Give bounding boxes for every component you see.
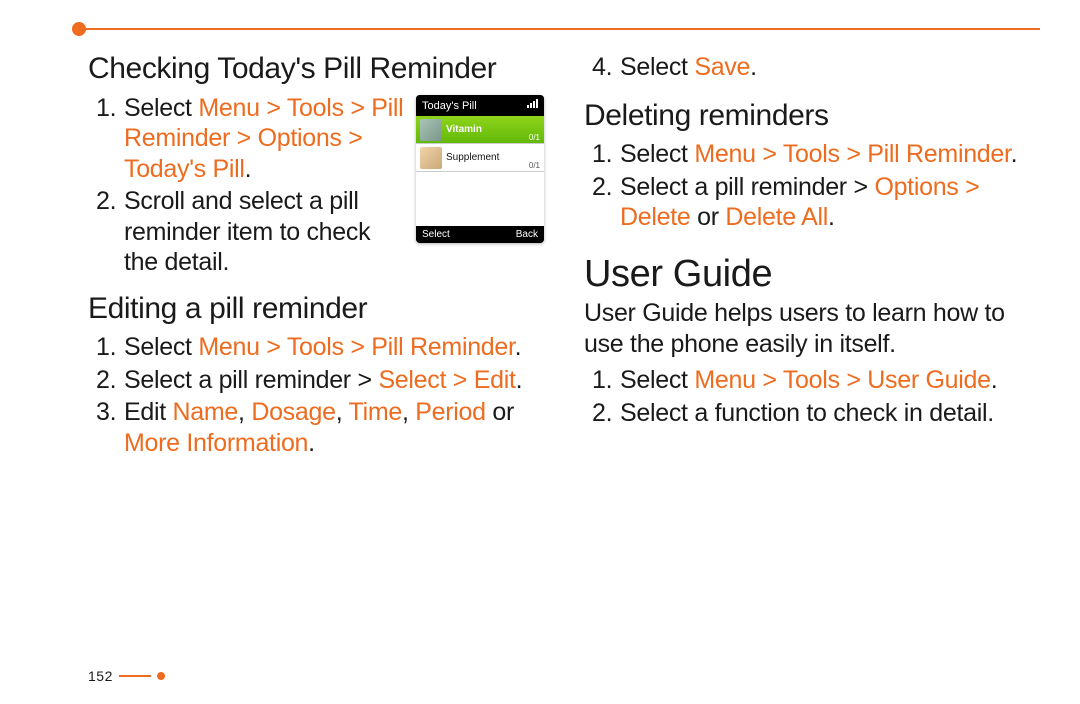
list-item: Select Menu > Tools > Pill Reminder > Op… [102,93,406,185]
phone-list: Vitamin 0/1 Supplement 0/1 [416,116,544,226]
softkey-left: Select [422,229,450,240]
step-text: Edit [124,398,173,426]
list-item: Select a function to check in detail. [598,398,1040,429]
pill-count: 0/1 [529,133,540,142]
list-item: Select a pill reminder > Select > Edit. [102,365,544,396]
pill-thumb-icon [420,119,442,141]
section4-steps: Select Menu > Tools > User Guide. Select… [598,365,1040,430]
pill-name: Vitamin [446,124,482,135]
pill-count: 0/1 [529,161,540,170]
right-column: Select Save. Deleting reminders Select M… [584,52,1040,664]
phone-list-item: Supplement 0/1 [416,144,544,172]
step-text: Select [620,140,694,168]
field-name: Time [349,398,402,426]
section3-steps: Select Menu > Tools > Pill Reminder. Sel… [598,139,1040,235]
phone-titlebar: Today's Pill [416,95,544,116]
page-dot-icon [157,672,165,680]
step-text: . [516,366,523,394]
userguide-intro: User Guide helps users to learn how to u… [584,298,1040,359]
content-columns: Checking Today's Pill Reminder Select Me… [88,52,1040,664]
softkey-right: Back [516,229,538,240]
field-name: Name [173,398,239,426]
step-text: . [991,366,998,394]
menu-path: Menu > Tools > Pill Reminder [198,333,514,361]
field-name: Period [415,398,485,426]
phone-list-item-selected: Vitamin 0/1 [416,116,544,144]
page-rule [119,675,151,677]
step-text: or [690,203,725,231]
pill-name: Supplement [446,152,499,163]
section-heading-deleting: Deleting reminders [584,99,1040,134]
step-text: . [515,333,522,361]
step-text: or [486,398,514,426]
section2-steps-continued: Select Save. [598,52,1040,85]
step-text: Select a pill reminder > [124,366,378,394]
step-text: . [828,203,835,231]
section1-steps: Select Menu > Tools > Pill Reminder > Op… [102,93,406,278]
phone-screenshot: Today's Pill Vitamin 0/1 Supplement 0/1 [416,95,544,243]
step-text: . [750,53,757,81]
phone-softkeys: Select Back [416,226,544,243]
header-rule [80,28,1040,30]
step-text: , [402,398,415,426]
menu-path: Menu > Tools > Pill Reminder [694,140,1010,168]
step-text: Select [620,366,694,394]
page-number-row: 152 [88,668,165,684]
header-dot-icon [72,22,86,36]
step-text: , [336,398,349,426]
list-item: Select Menu > Tools > Pill Reminder. [102,332,544,363]
step-text: Select a pill reminder > [620,173,874,201]
field-name: Dosage [251,398,335,426]
list-item: Scroll and select a pill reminder item t… [102,186,406,278]
signal-icon [527,99,538,108]
page-number: 152 [88,668,113,684]
step-text: . [308,429,315,457]
menu-path: Delete All [725,203,828,231]
menu-path: Save [694,53,750,81]
step-text: , [238,398,251,426]
list-item: Select Menu > Tools > Pill Reminder. [598,139,1040,170]
phone-title: Today's Pill [422,100,477,112]
list-item: Edit Name, Dosage, Time, Period or More … [102,397,544,458]
menu-path: Menu > Tools > User Guide [694,366,990,394]
list-item: Select Menu > Tools > User Guide. [598,365,1040,396]
section2-steps: Select Menu > Tools > Pill Reminder. Sel… [102,332,544,460]
step-text: . [245,155,252,183]
list-item: Select Save. [598,52,1040,83]
row-with-phone: Select Menu > Tools > Pill Reminder > Op… [88,93,544,292]
phone-blank-area [416,172,544,226]
step-text: Select [124,94,198,122]
section1-steps-wrap: Select Menu > Tools > Pill Reminder > Op… [88,93,406,292]
step-text: . [1011,140,1018,168]
section-heading-userguide: User Guide [584,253,1040,297]
section-heading-checking: Checking Today's Pill Reminder [88,52,544,87]
pill-thumb-icon [420,147,442,169]
section-heading-editing: Editing a pill reminder [88,292,544,327]
field-name: More Information [124,429,308,457]
list-item: Select a pill reminder > Options > Delet… [598,172,1040,233]
step-text: Select [620,53,694,81]
step-text: Select [124,333,198,361]
menu-path: Select > Edit [378,366,515,394]
left-column: Checking Today's Pill Reminder Select Me… [88,52,544,664]
